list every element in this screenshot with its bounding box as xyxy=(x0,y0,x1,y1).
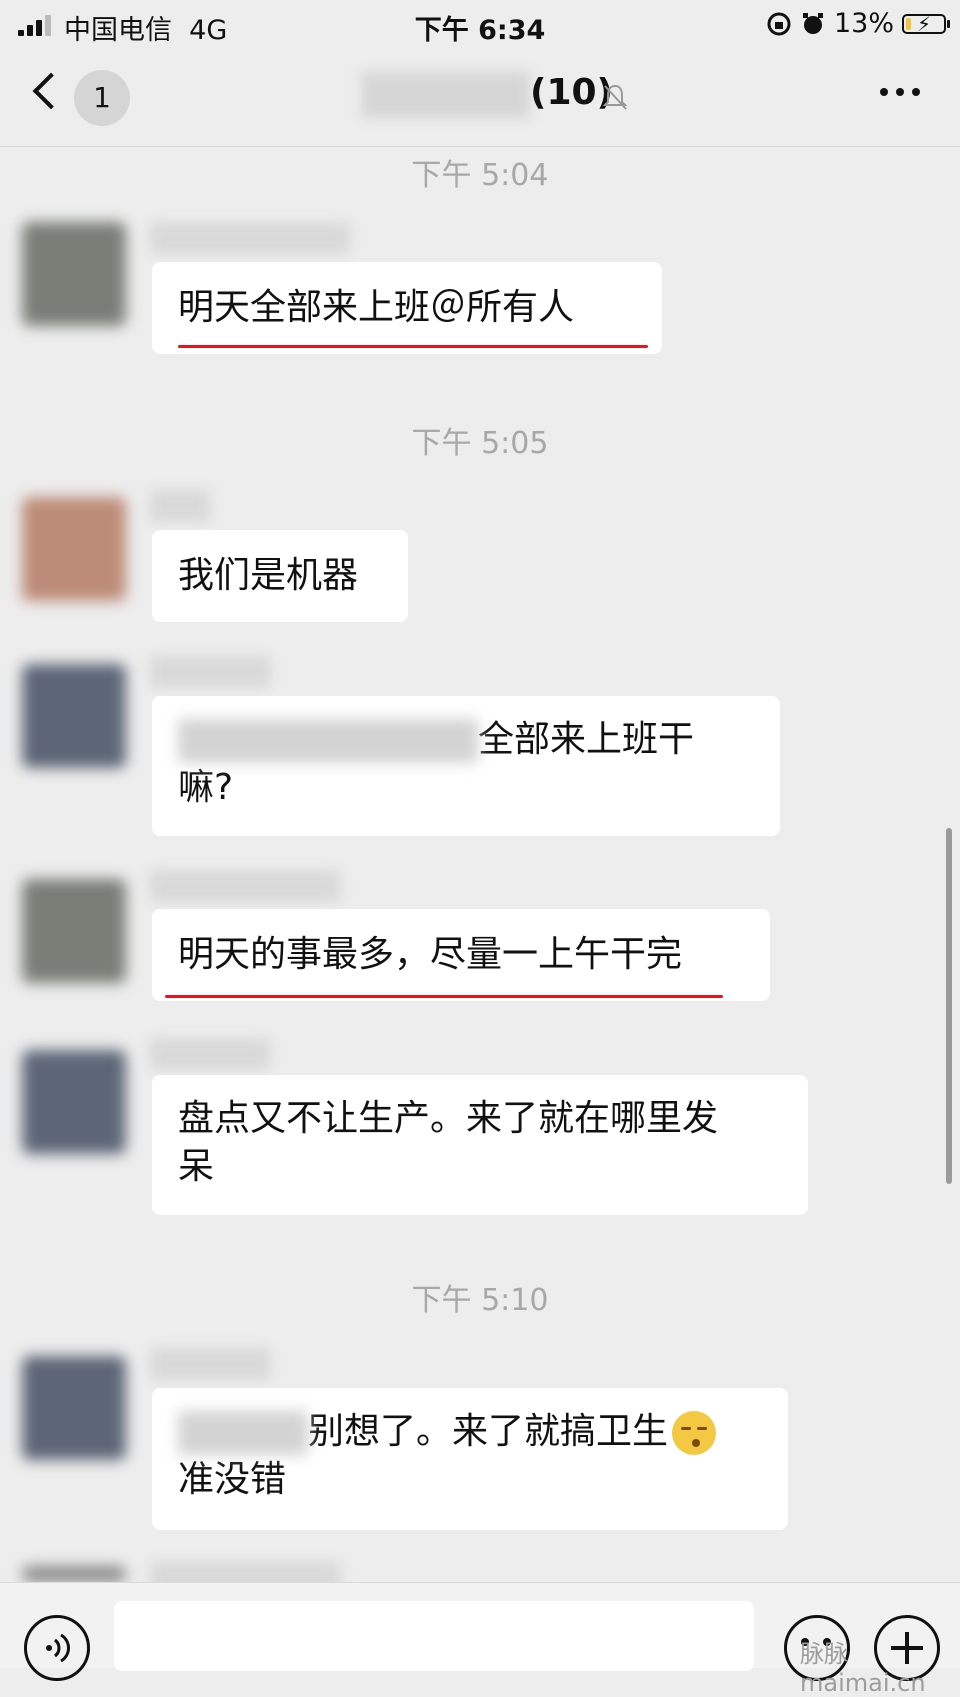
sender-name-blurred xyxy=(150,1038,270,1070)
more-icon[interactable] xyxy=(880,88,920,96)
message-text: 我们是机器 xyxy=(178,555,359,596)
voice-icon[interactable] xyxy=(24,1615,90,1681)
redacted-text xyxy=(178,1411,308,1455)
sender-name-blurred xyxy=(150,490,210,522)
avatar[interactable] xyxy=(22,664,126,768)
scrollbar[interactable] xyxy=(946,828,952,1184)
unread-badge[interactable]: 1 xyxy=(74,70,130,126)
sender-name-blurred xyxy=(150,870,340,902)
redacted-text xyxy=(178,719,478,763)
message-bubble[interactable]: 明天全部来上班＠所有人 xyxy=(152,262,662,354)
message-input[interactable] xyxy=(114,1601,754,1671)
message-text: 别想了。来了就搞卫生 xyxy=(308,1411,669,1452)
sender-name-blurred xyxy=(150,222,350,254)
avatar[interactable] xyxy=(22,222,126,326)
message-bubble[interactable]: 盘点又不让生产。来了就在哪里发 呆 xyxy=(152,1075,808,1215)
avatar[interactable] xyxy=(22,497,126,601)
message-text-line2: 嘛? xyxy=(178,767,234,808)
avatar[interactable] xyxy=(22,1050,126,1154)
back-icon[interactable] xyxy=(32,72,70,110)
battery-icon: ⚡ xyxy=(902,12,950,36)
timestamp: 下午 5:04 xyxy=(411,158,549,193)
sender-name-blurred xyxy=(150,1348,270,1380)
alarm-icon xyxy=(802,12,823,34)
avatar[interactable] xyxy=(22,1566,126,1582)
avatar[interactable] xyxy=(22,879,126,983)
message-text-line2: 呆 xyxy=(178,1146,215,1187)
avatar[interactable] xyxy=(22,1356,126,1460)
sender-name-blurred xyxy=(150,656,270,688)
battery-percent: 13% xyxy=(833,8,894,39)
message-bubble[interactable]: 别想了。来了就搞卫生 准没错 xyxy=(152,1388,788,1530)
message-text: 明天的事最多，尽量一上午干完 xyxy=(178,934,683,975)
message-text-line2: 准没错 xyxy=(178,1459,287,1500)
message-bubble[interactable]: 我们是机器 xyxy=(152,530,408,622)
message-bubble[interactable]: 明天的事最多，尽量一上午干完 xyxy=(152,909,770,1001)
watermark: 脉脉 maimai.cn xyxy=(800,1640,926,1697)
group-name-blurred xyxy=(362,72,530,118)
message-text: 全部来上班干 xyxy=(478,719,695,760)
rotation-lock-icon xyxy=(767,12,791,35)
red-underline xyxy=(165,995,723,998)
chat-header: 1 (10) xyxy=(0,50,960,147)
message-bubble[interactable]: 全部来上班干 嘛? xyxy=(152,696,780,836)
red-underline xyxy=(178,345,648,348)
message-text: 盘点又不让生产。来了就在哪里发 xyxy=(178,1098,719,1139)
status-right: 13% ⚡ xyxy=(766,8,950,39)
message-text: 明天全部来上班＠所有人 xyxy=(178,287,575,328)
mute-bell-icon xyxy=(602,84,628,110)
timestamp: 下午 5:05 xyxy=(411,426,549,461)
timestamp: 下午 5:10 xyxy=(411,1283,549,1318)
shushing-face-icon xyxy=(672,1411,717,1455)
status-bar: 中国电信 4G 下午 6:34 13% ⚡ xyxy=(0,0,960,50)
